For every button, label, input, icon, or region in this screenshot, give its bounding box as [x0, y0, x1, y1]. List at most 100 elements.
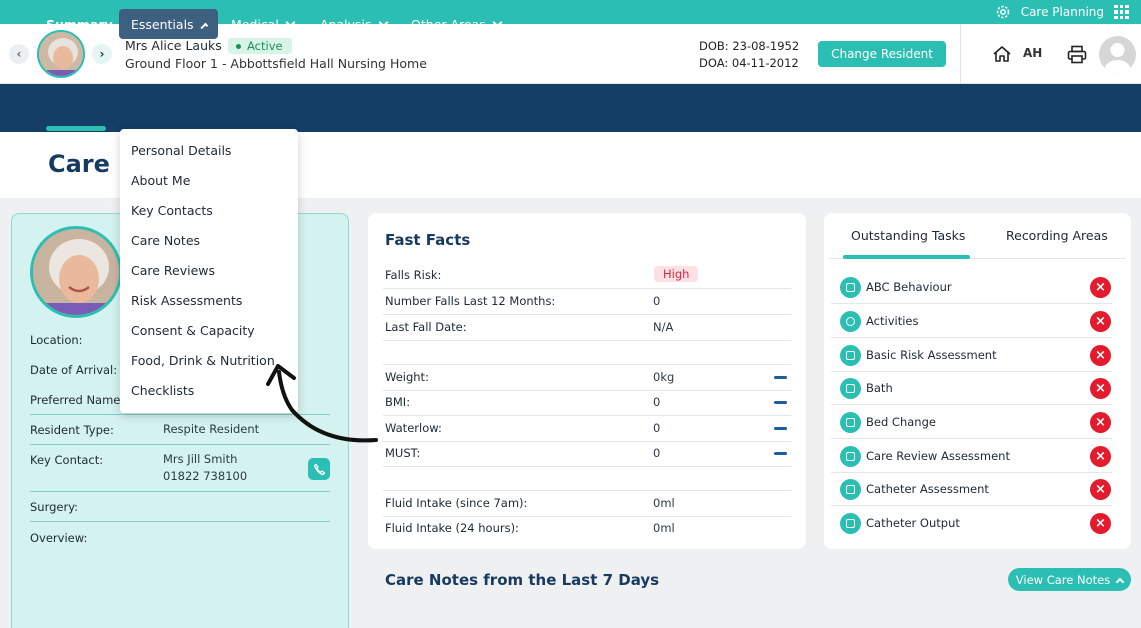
tab-outstanding-tasks[interactable]: Outstanding Tasks: [851, 228, 965, 243]
view-care-notes-button[interactable]: View Care Notes: [1008, 568, 1131, 591]
task-label: Basic Risk Assessment: [866, 348, 997, 362]
nav-essentials[interactable]: Essentials: [119, 9, 218, 39]
main-navbar: [0, 84, 1141, 132]
preferred-name-label: Preferred Name: [30, 393, 121, 407]
fluid-24h-value: 0ml: [653, 521, 675, 535]
divider: [383, 415, 791, 416]
apps-grid-icon[interactable]: [1114, 4, 1129, 20]
task-row[interactable]: ABC Behaviour ×: [831, 271, 1112, 304]
fluid-7am-label: Fluid Intake (since 7am):: [385, 496, 528, 510]
change-resident-button[interactable]: Change Resident: [818, 41, 946, 67]
close-icon[interactable]: ×: [1090, 277, 1111, 298]
bath-icon: [840, 378, 861, 399]
tab-recording-areas[interactable]: Recording Areas: [1006, 228, 1108, 243]
resident-location: Ground Floor 1 - Abbottsfield Hall Nursi…: [125, 56, 427, 71]
care-notes-title: Care Notes from the Last 7 Days: [385, 571, 660, 589]
divider: [30, 491, 330, 492]
falls-risk-badge: High: [654, 266, 699, 282]
menu-item-checklists[interactable]: Checklists: [131, 383, 194, 398]
falls-risk-label: Falls Risk:: [385, 268, 442, 282]
close-icon[interactable]: ×: [1090, 311, 1111, 332]
next-resident-button[interactable]: ›: [92, 44, 112, 64]
status-badge: Active: [228, 38, 292, 54]
menu-item-food-drink-nutrition[interactable]: Food, Drink & Nutrition: [131, 353, 275, 368]
task-row[interactable]: Bath ×: [831, 372, 1112, 405]
gear-icon[interactable]: [995, 4, 1011, 20]
must-value: 0: [653, 446, 661, 460]
task-label: Activities: [866, 314, 919, 328]
falls-count-value: 0: [653, 294, 661, 308]
user-avatar[interactable]: [1099, 36, 1136, 73]
divider: [383, 390, 791, 391]
printer-icon[interactable]: [1067, 45, 1087, 64]
home-icon[interactable]: [992, 45, 1012, 63]
chevron-down-icon: [285, 17, 296, 27]
arrival-label: Date of Arrival:: [30, 363, 118, 377]
waterlow-value: 0: [653, 421, 661, 435]
last-fall-label: Last Fall Date:: [385, 320, 467, 334]
document-icon: [840, 479, 861, 500]
task-row[interactable]: Activities ×: [831, 305, 1112, 338]
chevron-up-icon: [1115, 577, 1125, 586]
overview-label: Overview:: [30, 531, 88, 545]
weight-value: 0kg: [653, 370, 675, 384]
nav-other-areas[interactable]: Other Areas: [399, 9, 513, 39]
task-label: Catheter Assessment: [866, 482, 989, 496]
user-initials[interactable]: AH: [1023, 46, 1042, 60]
close-icon[interactable]: ×: [1090, 479, 1111, 500]
bed-icon: [840, 412, 861, 433]
nav-analysis[interactable]: Analysis: [308, 9, 399, 39]
task-row[interactable]: Bed Change ×: [831, 406, 1112, 439]
divider: [30, 521, 330, 522]
divider: [383, 314, 791, 315]
must-trend-icon: [774, 452, 787, 455]
menu-item-care-reviews[interactable]: Care Reviews: [131, 263, 215, 278]
weight-trend-icon: [774, 376, 787, 379]
menu-item-about-me[interactable]: About Me: [131, 173, 190, 188]
active-tab-indicator: [843, 255, 970, 259]
bmi-trend-icon: [774, 401, 787, 404]
doa-text: DOA: 04-11-2012: [699, 56, 799, 70]
fast-facts-title: Fast Facts: [385, 231, 471, 249]
resident-type-value: Respite Resident: [163, 422, 260, 436]
chevron-down-icon: [492, 17, 503, 27]
menu-item-care-notes[interactable]: Care Notes: [131, 233, 200, 248]
menu-item-personal-details[interactable]: Personal Details: [131, 143, 231, 158]
close-icon[interactable]: ×: [1090, 513, 1111, 534]
key-contact-name: Mrs Jill Smith: [163, 452, 238, 466]
call-contact-button[interactable]: [308, 458, 330, 480]
task-row[interactable]: Care Review Assessment ×: [831, 440, 1112, 473]
location-label: Location:: [30, 333, 83, 347]
chevron-up-icon: [199, 21, 208, 31]
task-label: Bath: [866, 381, 893, 395]
divider: [383, 288, 791, 289]
nav-summary[interactable]: Summary: [34, 9, 125, 39]
close-icon[interactable]: ×: [1090, 378, 1111, 399]
menu-item-consent-capacity[interactable]: Consent & Capacity: [131, 323, 255, 338]
resident-type-label: Resident Type:: [30, 423, 114, 437]
divider: [383, 490, 791, 491]
palette-icon: [840, 311, 861, 332]
divider: [383, 466, 791, 467]
phone-icon: [313, 463, 325, 475]
divider: [383, 516, 791, 517]
task-row[interactable]: Catheter Output ×: [831, 507, 1112, 540]
surgery-label: Surgery:: [30, 500, 79, 514]
annotation-arrow: [266, 364, 378, 443]
menu-item-key-contacts[interactable]: Key Contacts: [131, 203, 213, 218]
task-label: Care Review Assessment: [866, 449, 1010, 463]
close-icon[interactable]: ×: [1090, 412, 1111, 433]
app-label[interactable]: Care Planning: [1021, 5, 1104, 19]
nav-medical[interactable]: Medical: [219, 9, 306, 39]
menu-item-risk-assessments[interactable]: Risk Assessments: [131, 293, 242, 308]
close-icon[interactable]: ×: [1090, 446, 1111, 467]
task-row[interactable]: Basic Risk Assessment ×: [831, 339, 1112, 372]
task-row[interactable]: Catheter Assessment ×: [831, 473, 1112, 506]
previous-resident-button[interactable]: ‹: [9, 44, 29, 64]
task-label: Catheter Output: [866, 516, 960, 530]
dob-text: DOB: 23-08-1952: [699, 39, 800, 53]
close-icon[interactable]: ×: [1090, 345, 1111, 366]
key-contact-phone: 01822 738100: [163, 469, 248, 483]
divider: [383, 340, 791, 341]
review-icon: [840, 446, 861, 467]
